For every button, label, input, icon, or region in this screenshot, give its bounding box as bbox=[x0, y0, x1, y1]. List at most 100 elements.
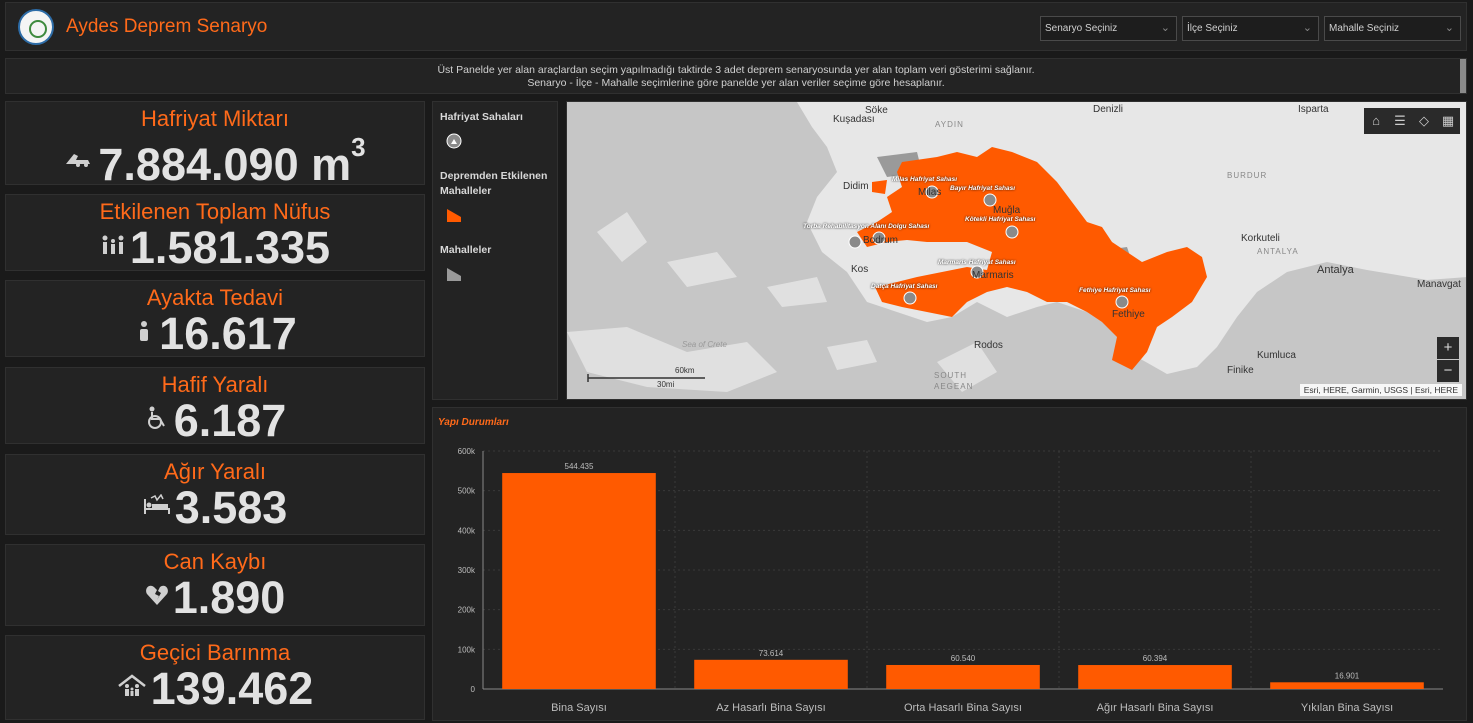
stat-card-excavation: Hafriyat Miktarı 7.884.090 m3 bbox=[5, 101, 425, 190]
legend-title-excavation-sites: Hafriyat Sahaları bbox=[440, 111, 523, 123]
map-attribution: Esri, HERE, Garmin, USGS | Esri, HERE bbox=[1299, 384, 1462, 396]
bar-chart: 0 100k 200k 300k 400k 500k 600k 544.435 Bina Say… bbox=[458, 447, 1443, 714]
region-label: AYDIN bbox=[935, 120, 964, 129]
bar bbox=[1078, 665, 1232, 689]
outpatient-icon bbox=[133, 320, 155, 349]
place-label: Fethiye bbox=[1112, 309, 1145, 320]
excavation-site-marker[interactable] bbox=[1005, 225, 1019, 239]
stat-card-population: Etkilenen Toplam Nüfus 1.581.335 bbox=[5, 194, 425, 271]
family-icon bbox=[100, 234, 126, 263]
place-label: Manavgat bbox=[1417, 279, 1461, 290]
legend-title-neighborhoods: Mahalleler bbox=[440, 244, 492, 256]
municipality-logo bbox=[18, 9, 54, 45]
bar bbox=[502, 473, 656, 689]
x-tick-label: Bina Sayısı bbox=[551, 702, 607, 714]
x-tick-label: Yıkılan Bina Sayısı bbox=[1301, 702, 1393, 714]
place-label: Kuşadası bbox=[833, 114, 875, 125]
bar-value-label: 544.435 bbox=[565, 462, 594, 471]
region-label: SOUTH bbox=[934, 371, 967, 380]
stat-value: 7.884.090 m3 bbox=[98, 132, 366, 190]
stat-card-light-injury: Hafif Yaralı 6.187 bbox=[5, 367, 425, 444]
place-label: Kos bbox=[851, 264, 869, 275]
stat-card-deaths: Can Kaybı 1.890 bbox=[5, 544, 425, 626]
bar-value-label: 60.394 bbox=[1143, 654, 1168, 663]
x-tick-label: Az Hasarlı Bina Sayısı bbox=[716, 702, 825, 714]
excavation-site-marker[interactable] bbox=[1115, 295, 1129, 309]
y-tick-label: 500k bbox=[458, 487, 476, 496]
broken-heart-icon bbox=[145, 584, 169, 613]
scale-mi: 30mi bbox=[657, 380, 675, 389]
bar bbox=[694, 659, 848, 689]
excavation-site-marker[interactable] bbox=[848, 235, 862, 249]
header-bar: Aydes Deprem Senaryo Senaryo Seçiniz ⌄ İ… bbox=[5, 2, 1467, 51]
stat-value: 6.187 bbox=[173, 395, 287, 446]
district-dropdown[interactable]: İlçe Seçiniz ⌄ bbox=[1182, 16, 1319, 41]
stat-value: 1.890 bbox=[172, 572, 286, 623]
site-label: Kötekli Hafriyat Sahası bbox=[965, 216, 1036, 223]
building-status-chart-panel: Yapı Durumları 0 100k 200k 300k 400k 500k 600k… bbox=[432, 407, 1467, 721]
excavator-icon bbox=[64, 146, 94, 175]
stat-value: 16.617 bbox=[159, 308, 297, 359]
place-label: Rodos bbox=[974, 340, 1003, 351]
affected-area-symbol bbox=[446, 207, 462, 223]
app-title: Aydes Deprem Senaryo bbox=[66, 16, 268, 37]
y-tick-label: 200k bbox=[458, 606, 476, 615]
map-toolbar: ⌂ ☰ ◇ ▦ bbox=[1364, 108, 1460, 134]
bar-value-label: 73.614 bbox=[759, 649, 784, 658]
x-tick-label: Orta Hasarlı Bina Sayısı bbox=[904, 702, 1022, 714]
bar-value-label: 60.540 bbox=[951, 654, 976, 663]
y-tick-label: 0 bbox=[471, 685, 476, 694]
place-label: Didim bbox=[843, 181, 869, 192]
scenario-dropdown-label: Senaryo Seçiniz bbox=[1045, 23, 1118, 34]
excavation-site-symbol bbox=[446, 133, 462, 149]
bar bbox=[886, 664, 1040, 689]
chevron-down-icon: ⌄ bbox=[1444, 22, 1454, 34]
excavation-site-marker[interactable] bbox=[903, 291, 917, 305]
place-label: Denizli bbox=[1093, 104, 1124, 115]
map-canvas[interactable] bbox=[567, 102, 1467, 400]
zoom-out-button[interactable]: − bbox=[1437, 360, 1459, 382]
wheelchair-icon bbox=[144, 406, 170, 437]
zoom-in-button[interactable]: + bbox=[1437, 337, 1459, 359]
layers-icon[interactable]: ◇ bbox=[1412, 108, 1436, 134]
region-label: AEGEAN bbox=[934, 382, 974, 391]
place-label: Kumluca bbox=[1257, 350, 1296, 361]
place-label: Milas bbox=[918, 187, 942, 198]
sea-label: Sea of Crete bbox=[682, 340, 727, 349]
stat-value: 139.462 bbox=[150, 663, 314, 714]
neighborhood-symbol bbox=[446, 266, 462, 282]
stat-value: 3.583 bbox=[174, 482, 288, 533]
y-tick-label: 100k bbox=[458, 645, 476, 654]
y-tick-label: 400k bbox=[458, 526, 476, 535]
neighborhood-dropdown-label: Mahalle Seçiniz bbox=[1329, 23, 1400, 34]
qr-icon[interactable]: ▦ bbox=[1436, 108, 1460, 134]
neighborhood-dropdown[interactable]: Mahalle Seçiniz ⌄ bbox=[1324, 16, 1461, 41]
scrollbar[interactable] bbox=[1460, 59, 1466, 93]
legend-title-affected: Depremden Etkilenen Mahalleler bbox=[440, 170, 548, 197]
shelter-icon bbox=[117, 673, 147, 705]
bar bbox=[1270, 682, 1424, 689]
scale-km: 60km bbox=[675, 366, 695, 375]
x-tick-label: Ağır Hasarlı Bina Sayısı bbox=[1097, 702, 1214, 714]
bar-value-label: 16.901 bbox=[1335, 671, 1360, 680]
hospital-bed-icon bbox=[143, 493, 171, 523]
list-icon[interactable]: ☰ bbox=[1388, 108, 1412, 134]
site-label: Datça Hafriyat Sahası bbox=[871, 283, 938, 290]
scenario-dropdown[interactable]: Senaryo Seçiniz ⌄ bbox=[1040, 16, 1177, 41]
place-label: Korkuteli bbox=[1241, 233, 1280, 244]
info-line-1: Üst Panelde yer alan araçlardan seçim ya… bbox=[437, 64, 1035, 76]
place-label: Bodrum bbox=[863, 235, 899, 246]
info-line-2: Senaryo - İlçe - Mahalle seçimlerine gör… bbox=[527, 77, 945, 89]
scale-bar: 60km 30mi bbox=[587, 366, 707, 389]
region-label: ANTALYA bbox=[1257, 247, 1299, 256]
site-label: Milas Hafriyat Sahası bbox=[892, 176, 958, 183]
chevron-down-icon: ⌄ bbox=[1302, 22, 1312, 34]
stat-card-outpatient: Ayakta Tedavi 16.617 bbox=[5, 280, 425, 357]
stat-card-heavy-injury: Ağır Yaralı 3.583 bbox=[5, 454, 425, 535]
y-tick-label: 600k bbox=[458, 447, 476, 456]
stat-label: Hafriyat Miktarı bbox=[141, 106, 289, 131]
district-dropdown-label: İlçe Seçiniz bbox=[1187, 23, 1238, 34]
site-label: Torba Rehabilitasyon Alanı Dolgu Sahası bbox=[803, 223, 930, 230]
home-icon[interactable]: ⌂ bbox=[1364, 108, 1388, 134]
map-view[interactable]: Söke Kuşadası AYDIN Denizli Isparta BURD… bbox=[566, 101, 1467, 400]
